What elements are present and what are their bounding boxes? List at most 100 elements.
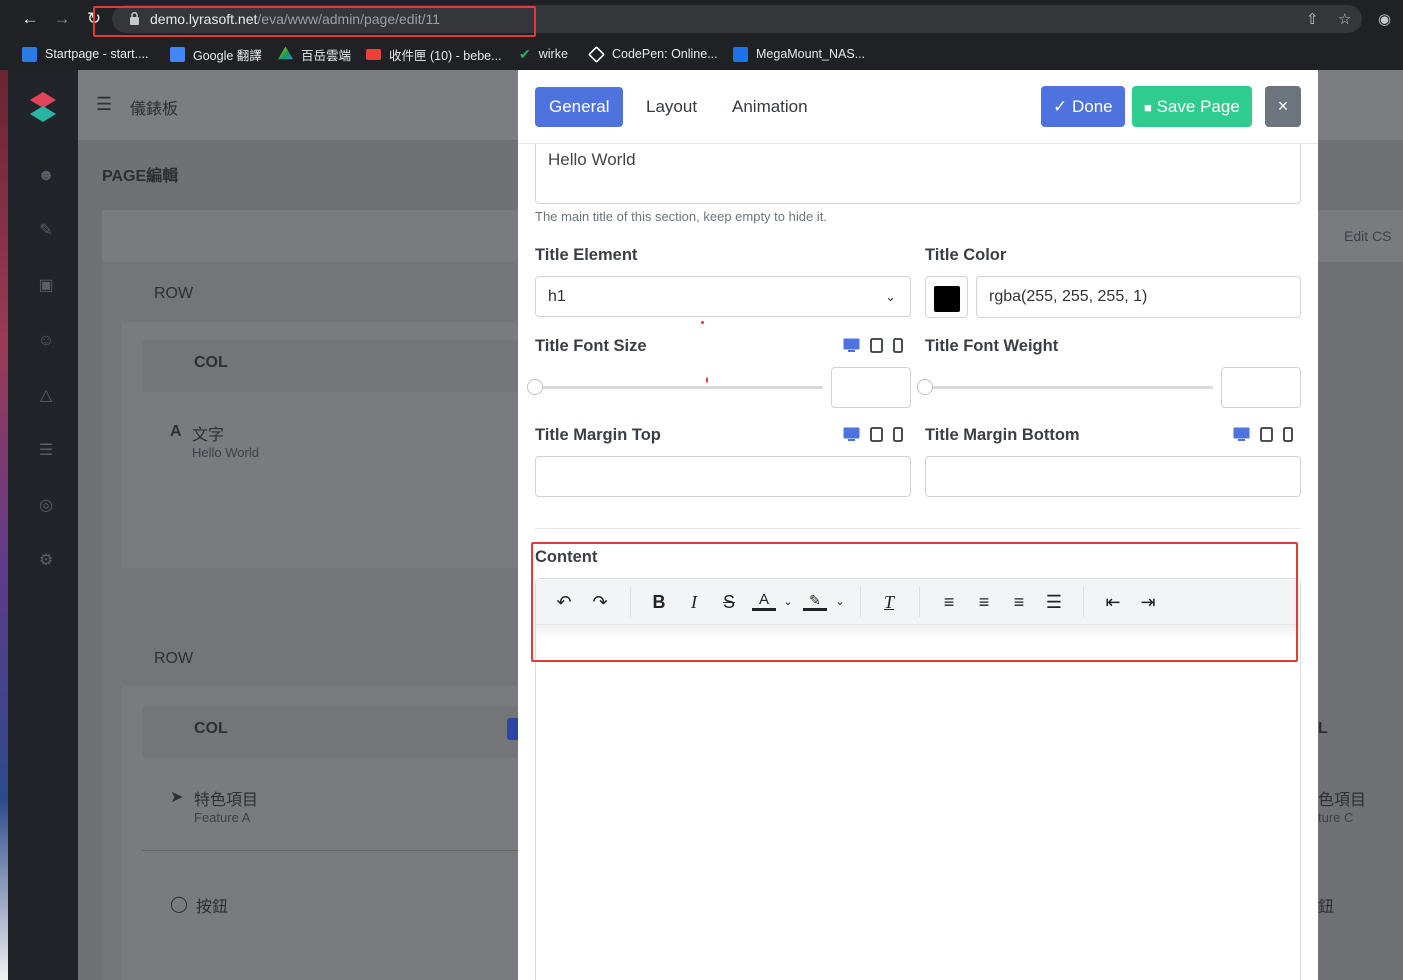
gmail-icon	[366, 48, 381, 60]
font-weight-slider[interactable]	[917, 379, 1213, 395]
slider-thumb[interactable]	[917, 379, 933, 395]
back-icon[interactable]: ←	[20, 9, 40, 29]
bookmark-google-translate[interactable]: Google 翻譯	[170, 43, 262, 65]
title-margin-top-label: Title Margin Top	[535, 426, 661, 444]
font-size-device-switcher	[843, 338, 903, 353]
images-icon[interactable]: ▣	[36, 276, 56, 296]
startpage-icon	[22, 46, 37, 62]
check-icon: ✓	[1053, 97, 1068, 116]
page-title: PAGE編輯	[102, 168, 179, 185]
right-feature-title[interactable]: 色項目	[1318, 786, 1366, 810]
addon-edit-modal: General Layout Animation ✓ Done ■ Save P…	[518, 70, 1318, 980]
feature-addon-title[interactable]: 特色項目	[194, 786, 258, 810]
row-label: ROW	[154, 650, 194, 667]
content-highlight-box	[531, 542, 1298, 662]
close-button[interactable]: ×	[1265, 86, 1301, 127]
margin-top-input[interactable]	[535, 456, 911, 497]
tablet-icon[interactable]	[870, 338, 883, 353]
dsm-icon	[733, 46, 748, 62]
title-color-label: Title Color	[925, 246, 1007, 264]
right-button-title[interactable]: 鈕	[1318, 893, 1334, 917]
text-addon-subtitle: Hello World	[192, 445, 259, 460]
done-button[interactable]: ✓ Done	[1041, 86, 1125, 127]
bookmark-gmail[interactable]: 收件匣 (10) - bebe...	[366, 43, 502, 65]
builder-toolbar	[102, 210, 518, 262]
text-addon-icon: A	[170, 423, 182, 440]
col-label: COL	[194, 720, 228, 737]
text-addon-title[interactable]: 文字	[192, 421, 224, 445]
title-color-input[interactable]: rgba(255, 255, 255, 1)	[976, 276, 1301, 318]
section-divider	[535, 528, 1301, 529]
bookmark-codepen[interactable]: CodePen: Online...	[588, 43, 718, 65]
camera-icon[interactable]: ◉	[1378, 10, 1391, 28]
tools-icon[interactable]: ✎	[36, 221, 56, 241]
settings-icon[interactable]: ⚙	[36, 551, 56, 571]
title-element-select[interactable]: h1 ⌄	[535, 276, 911, 317]
margin-bottom-device-switcher	[1233, 427, 1293, 442]
bookmark-startpage[interactable]: Startpage - start....	[22, 43, 149, 65]
desktop-icon[interactable]	[1233, 427, 1250, 442]
mobile-icon[interactable]	[893, 427, 903, 442]
stray-mark	[701, 321, 704, 324]
toggle-icon: ◯	[170, 896, 188, 913]
slider-thumb[interactable]	[527, 379, 543, 395]
color-swatch-button[interactable]	[925, 276, 968, 318]
tablet-icon[interactable]	[1260, 427, 1273, 442]
app-logo[interactable]	[30, 92, 56, 122]
tab-animation[interactable]: Animation	[720, 87, 820, 127]
title-textarea[interactable]: Hello World	[535, 144, 1301, 204]
right-feature-subtitle: ture C	[1318, 810, 1354, 825]
font-size-input[interactable]	[831, 367, 911, 408]
save-page-button[interactable]: ■ Save Page	[1132, 86, 1252, 127]
title-element-label: Title Element	[535, 246, 638, 264]
feature-addon-subtitle: Feature A	[194, 810, 251, 825]
bookmarks-bar: Startpage - start.... Google 翻譯 百岳雲端 收件匣…	[0, 38, 1403, 70]
bookmark-wirke[interactable]: ✔ wirke	[519, 43, 568, 65]
tab-general[interactable]: General	[535, 87, 624, 127]
desktop-icon[interactable]	[843, 427, 860, 442]
stray-mark	[706, 377, 708, 383]
codepen-icon	[588, 45, 605, 63]
list-icon[interactable]: ☰	[36, 441, 56, 461]
modal-header: General Layout Animation ✓ Done ■ Save P…	[518, 70, 1318, 144]
desktop-icon[interactable]	[843, 338, 860, 353]
share-icon[interactable]: ⇧	[1306, 10, 1319, 28]
edit-css-button[interactable]: Edit CS	[1344, 228, 1391, 244]
bookmark-drive[interactable]: 百岳雲端	[278, 43, 351, 65]
desktop-strip	[0, 70, 8, 980]
slider-track	[527, 386, 823, 389]
people-icon[interactable]: ☺	[36, 331, 56, 351]
save-icon: ■	[1144, 100, 1152, 115]
bookmark-nas[interactable]: MegaMount_NAS...	[733, 43, 865, 65]
url-highlight-box	[93, 6, 536, 37]
margin-bottom-input[interactable]	[925, 456, 1301, 497]
forward-icon[interactable]: →	[52, 9, 72, 29]
slider-track	[917, 386, 1213, 389]
address-bar-row: ← → ↻ demo.lyrasoft.net/eva/www/admin/pa…	[0, 0, 1403, 38]
app-sidebar: ☻ ✎ ▣ ☺ △ ☰ ◎ ⚙	[8, 70, 78, 980]
font-size-slider[interactable]	[527, 379, 823, 395]
mobile-icon[interactable]	[893, 338, 903, 353]
shapes-icon[interactable]: △	[36, 386, 56, 406]
row-label: ROW	[154, 285, 194, 302]
checkmark-icon: ✔	[519, 45, 531, 62]
google-translate-icon	[170, 46, 185, 62]
right-col-label: L	[1318, 720, 1328, 737]
divider	[142, 850, 518, 851]
font-weight-input[interactable]	[1221, 367, 1301, 408]
tablet-icon[interactable]	[870, 427, 883, 442]
users-icon[interactable]: ☻	[36, 166, 56, 186]
title-font-weight-label: Title Font Weight	[925, 337, 1059, 355]
mobile-icon[interactable]	[1283, 427, 1293, 442]
breadcrumb[interactable]: 儀錶板	[130, 95, 178, 119]
col-action-button[interactable]	[507, 718, 518, 740]
broadcast-icon[interactable]: ◎	[36, 496, 56, 516]
title-margin-bottom-label: Title Margin Bottom	[925, 426, 1080, 444]
chevron-down-icon: ⌄	[885, 289, 896, 304]
rocket-icon: ➤	[170, 789, 184, 806]
browser-chrome: ← → ↻ demo.lyrasoft.net/eva/www/admin/pa…	[0, 0, 1403, 70]
hamburger-icon[interactable]: ☰	[96, 94, 112, 115]
button-addon-title[interactable]: 按鈕	[196, 893, 228, 917]
tab-layout[interactable]: Layout	[634, 87, 709, 127]
star-icon[interactable]: ☆	[1338, 10, 1351, 28]
